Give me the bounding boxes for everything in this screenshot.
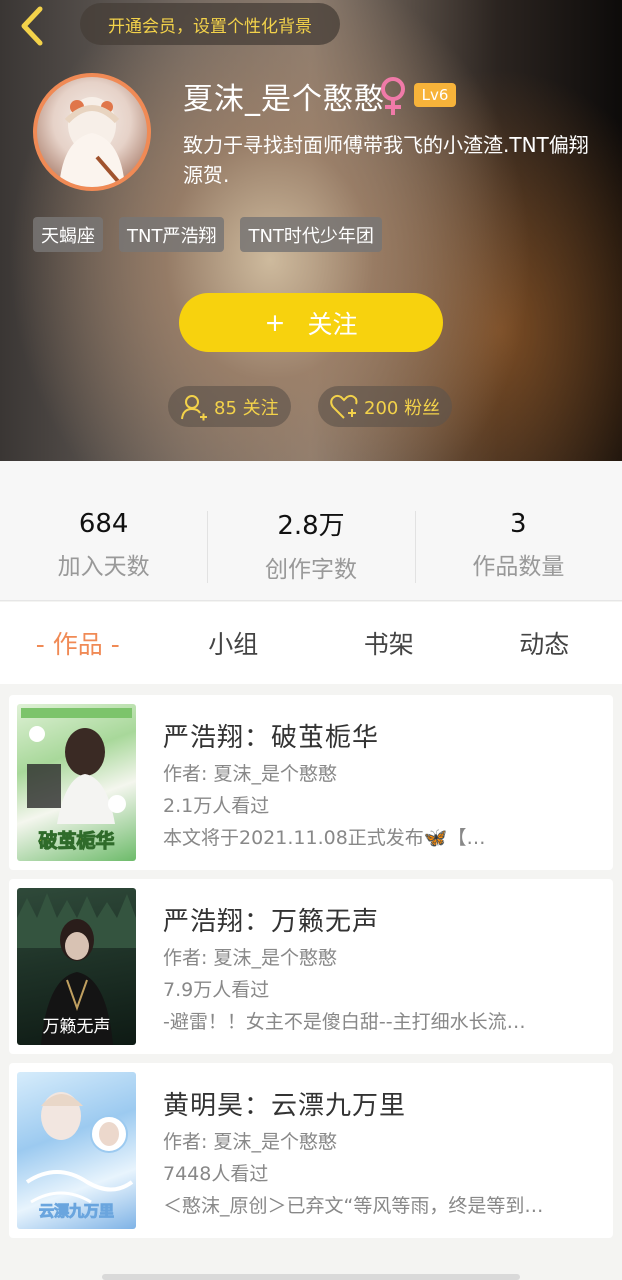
- cover-title: 万籁无声: [42, 1017, 111, 1037]
- work-author: 作者: 夏沫_是个憨憨: [163, 947, 337, 969]
- tag-chip[interactable]: TNT时代少年团: [240, 217, 382, 252]
- work-views: 7448人看过: [163, 1163, 269, 1185]
- work-author: 作者: 夏沫_是个憨憨: [163, 763, 337, 785]
- work-cover: 云漂九万里: [17, 1072, 136, 1229]
- vip-background-banner[interactable]: 开通会员，设置个性化背景: [80, 3, 340, 45]
- stat-join-days: 684 加入天数: [0, 461, 207, 600]
- stat-label: 作品数量: [472, 553, 565, 580]
- work-card[interactable]: 云漂九万里 黄明昊：云漂九万里 作者: 夏沫_是个憨憨 7448人看过 ＜憨沫_…: [9, 1063, 613, 1238]
- female-icon: [381, 77, 405, 115]
- tab-groups[interactable]: 小组: [156, 625, 312, 661]
- work-views: 2.1万人看过: [163, 795, 270, 817]
- work-description: ＜憨沫_原创＞已弃文“等风等雨，终是等到…: [163, 1195, 544, 1217]
- follow-button-label: 关注: [307, 309, 358, 339]
- cover-title: 破茧栀华: [38, 830, 115, 853]
- tab-works[interactable]: - 作品 -: [0, 625, 156, 661]
- avatar-image: [59, 97, 125, 187]
- stat-value: 2.8万: [277, 511, 345, 541]
- stat-label: 加入天数: [57, 553, 150, 580]
- tag-list: 天蝎座 TNT严浩翔 TNT时代少年团: [33, 217, 382, 252]
- work-description: -避雷！！女主不是傻白甜--主打细水长流…: [163, 1011, 526, 1033]
- user-bio: 致力于寻找封面师傅带我飞的小渣渣.TNT偏翔源贺.: [183, 133, 589, 187]
- chevron-left-icon: [21, 6, 43, 46]
- stat-value: 3: [510, 508, 527, 539]
- stat-works-count: 3 作品数量: [414, 461, 622, 600]
- username: 夏沫_是个憨憨: [183, 82, 385, 117]
- following-count: 85 关注: [214, 397, 279, 419]
- tab-activity[interactable]: 动态: [467, 625, 622, 661]
- work-card[interactable]: 破茧栀华 严浩翔：破茧栀华 作者: 夏沫_是个憨憨 2.1万人看过 本文将于20…: [9, 695, 613, 870]
- back-button[interactable]: [14, 4, 50, 48]
- follow-button[interactable]: + 关注: [179, 293, 443, 352]
- level-badge: Lv6: [414, 83, 456, 107]
- following-count-button[interactable]: 85 关注: [168, 386, 291, 427]
- person-add-icon: [181, 394, 207, 420]
- work-description: 本文将于2021.11.08正式发布🦋【…: [163, 827, 486, 849]
- work-cover: 破茧栀华: [17, 704, 136, 861]
- heart-plus-icon: [330, 394, 358, 419]
- fans-count: 200 粉丝: [364, 397, 441, 419]
- stat-label: 创作字数: [264, 557, 357, 583]
- work-card[interactable]: 万籁无声 严浩翔：万籁无声 作者: 夏沫_是个憨憨 7.9万人看过 -避雷！！女…: [9, 879, 613, 1054]
- works-list: 破茧栀华 严浩翔：破茧栀华 作者: 夏沫_是个憨憨 2.1万人看过 本文将于20…: [9, 695, 613, 1247]
- work-cover: 万籁无声: [17, 888, 136, 1045]
- work-title: 严浩翔：破茧栀华: [163, 723, 380, 753]
- work-title: 黄明昊：云漂九万里: [163, 1091, 407, 1121]
- plus-icon: +: [264, 308, 286, 337]
- avatar[interactable]: [33, 73, 151, 191]
- work-views: 7.9万人看过: [163, 979, 270, 1001]
- profile-tabs: - 作品 - 小组 书架 动态: [0, 602, 622, 684]
- stat-value: 684: [78, 508, 129, 539]
- stat-word-count: 2.8万 创作字数: [207, 461, 414, 600]
- work-author: 作者: 夏沫_是个憨憨: [163, 1131, 337, 1153]
- tag-chip[interactable]: TNT严浩翔: [119, 217, 225, 252]
- profile-header: 开通会员，设置个性化背景 夏沫_是个憨憨 Lv6 致力于寻找封面师傅带我飞的小渣…: [0, 0, 622, 461]
- cover-title: 云漂九万里: [38, 1202, 114, 1221]
- fans-count-button[interactable]: 200 粉丝: [318, 386, 453, 427]
- tag-chip[interactable]: 天蝎座: [33, 217, 103, 252]
- bottom-scroll-indicator: [102, 1274, 520, 1280]
- tab-bookshelf[interactable]: 书架: [311, 625, 467, 661]
- work-title: 严浩翔：万籁无声: [163, 907, 380, 937]
- profile-stats: 684 加入天数 2.8万 创作字数 3 作品数量: [0, 461, 622, 601]
